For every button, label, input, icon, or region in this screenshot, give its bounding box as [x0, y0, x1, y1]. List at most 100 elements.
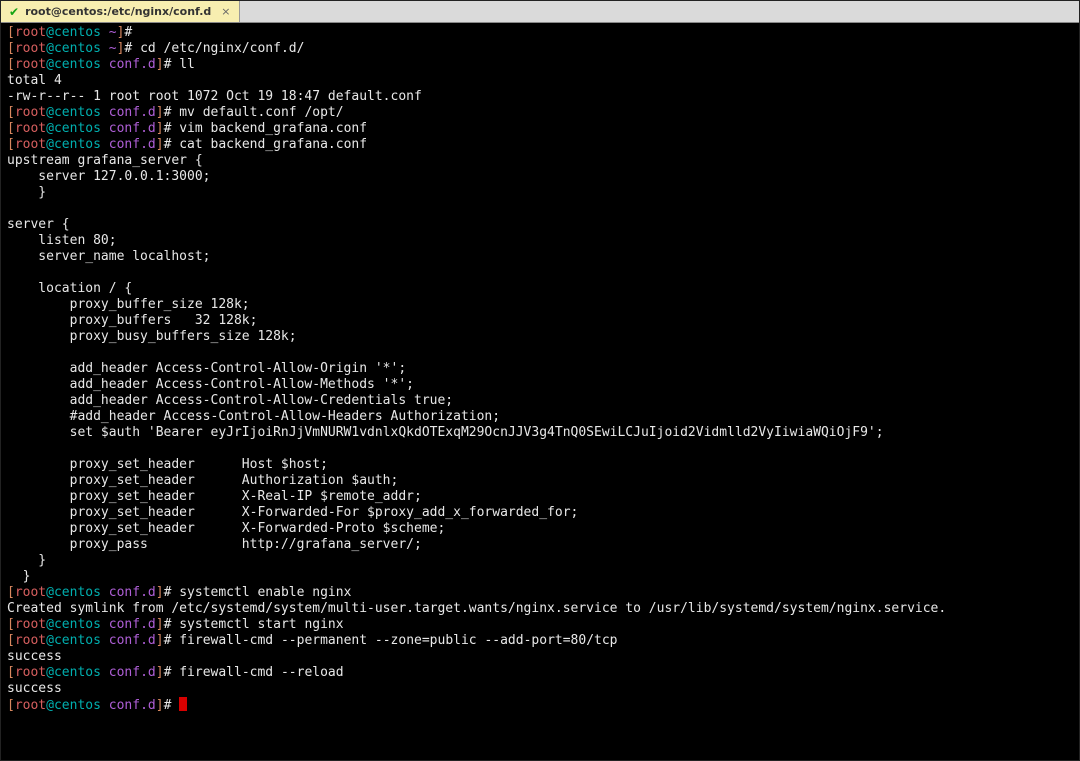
terminal-viewport[interactable]: [root@centos ~]# [root@centos ~]# cd /et… [1, 23, 1079, 760]
check-icon: ✔ [9, 5, 19, 19]
conf-line: upstream grafana_server { [7, 153, 203, 168]
prompt-hostname: @centos [46, 698, 109, 713]
conf-line: listen 80; [7, 233, 117, 248]
conf-line: } [7, 553, 46, 568]
conf-line: proxy_pass http://grafana_server/; [7, 537, 422, 552]
prompt-cwd: ~ [109, 25, 117, 40]
tab-bar: ✔ root@centos:/etc/nginx/conf.d × [1, 1, 1079, 23]
out-total: total 4 [7, 73, 62, 88]
bracket: [ [7, 25, 15, 40]
bracket: [ [7, 41, 15, 56]
cmd-start: systemctl start nginx [171, 617, 343, 632]
cmd-vim: vim backend_grafana.conf [171, 121, 367, 136]
prompt-hostname: @centos [46, 57, 109, 72]
bracket: [ [7, 137, 15, 152]
bracket: ] [156, 617, 164, 632]
terminal-output: [root@centos ~]# [root@centos ~]# cd /et… [7, 25, 1073, 714]
conf-line: server_name localhost; [7, 249, 211, 264]
bracket: ] [156, 665, 164, 680]
prompt-hostname: @centos [46, 121, 109, 136]
bracket: ] [156, 57, 164, 72]
bracket: ] [156, 121, 164, 136]
prompt-hostname: @centos [46, 41, 109, 56]
prompt-user: root [15, 41, 46, 56]
bracket: [ [7, 633, 15, 648]
conf-line: proxy_set_header Authorization $auth; [7, 473, 398, 488]
prompt-hostname: @centos [46, 665, 109, 680]
conf-line: proxy_busy_buffers_size 128k; [7, 329, 297, 344]
bracket: ] [156, 105, 164, 120]
prompt-cwd: conf.d [109, 121, 156, 136]
prompt-cwd: conf.d [109, 57, 156, 72]
prompt-cwd: conf.d [109, 585, 156, 600]
prompt-user: root [15, 121, 46, 136]
close-icon[interactable]: × [221, 5, 230, 18]
conf-line: } [7, 185, 46, 200]
prompt-user: root [15, 617, 46, 632]
terminal-window: ✔ root@centos:/etc/nginx/conf.d × [root@… [0, 0, 1080, 761]
conf-line: server { [7, 217, 70, 232]
bracket: ] [156, 698, 164, 713]
tab-title: root@centos:/etc/nginx/conf.d [25, 5, 211, 18]
cmd-cd: cd /etc/nginx/conf.d/ [132, 41, 304, 56]
prompt-user: root [15, 25, 46, 40]
bracket: [ [7, 121, 15, 136]
prompt-user: root [15, 633, 46, 648]
prompt-cwd: conf.d [109, 105, 156, 120]
prompt-hostname: @centos [46, 137, 109, 152]
conf-line: add_header Access-Control-Allow-Methods … [7, 377, 414, 392]
out-success: success [7, 681, 62, 696]
out-success: success [7, 649, 62, 664]
cmd-cat: cat backend_grafana.conf [171, 137, 367, 152]
prompt-cwd: conf.d [109, 698, 156, 713]
out-symlink: Created symlink from /etc/systemd/system… [7, 601, 946, 616]
out-lsline: -rw-r--r-- 1 root root 1072 Oct 19 18:47… [7, 89, 422, 104]
conf-line: add_header Access-Control-Allow-Credenti… [7, 393, 453, 408]
prompt-hostname: @centos [46, 617, 109, 632]
prompt-hostname: @centos [46, 585, 109, 600]
conf-line: add_header Access-Control-Allow-Origin '… [7, 361, 406, 376]
prompt-user: root [15, 57, 46, 72]
prompt-cwd: conf.d [109, 137, 156, 152]
bracket: [ [7, 585, 15, 600]
conf-line: set $auth 'Bearer eyJrIjoiRnJjVmNURW1vdn… [7, 425, 884, 440]
conf-line: proxy_set_header X-Forwarded-Proto $sche… [7, 521, 445, 536]
prompt-user: root [15, 105, 46, 120]
tab-active[interactable]: ✔ root@centos:/etc/nginx/conf.d × [1, 1, 240, 22]
conf-line: proxy_set_header X-Real-IP $remote_addr; [7, 489, 422, 504]
cursor [179, 697, 187, 711]
prompt-cwd: conf.d [109, 633, 156, 648]
conf-line: #add_header Access-Control-Allow-Headers… [7, 409, 500, 424]
conf-line: server 127.0.0.1:3000; [7, 169, 211, 184]
bracket: [ [7, 665, 15, 680]
prompt-hostname: @centos [46, 25, 109, 40]
conf-line: location / { [7, 281, 132, 296]
conf-line: proxy_buffers 32 128k; [7, 313, 257, 328]
prompt-cwd: conf.d [109, 617, 156, 632]
prompt-cwd: conf.d [109, 665, 156, 680]
prompt-user: root [15, 698, 46, 713]
cmd [171, 698, 179, 713]
bracket: ] [156, 137, 164, 152]
cmd-mv: mv default.conf /opt/ [171, 105, 343, 120]
bracket: [ [7, 617, 15, 632]
bracket: [ [7, 57, 15, 72]
prompt-hostname: @centos [46, 633, 109, 648]
conf-line: } [7, 569, 30, 584]
cmd-ll: ll [171, 57, 194, 72]
conf-line: proxy_set_header X-Forwarded-For $proxy_… [7, 505, 578, 520]
prompt-hash: # [124, 25, 132, 40]
cmd-firewall-add: firewall-cmd --permanent --zone=public -… [171, 633, 617, 648]
prompt-hostname: @centos [46, 105, 109, 120]
prompt-user: root [15, 137, 46, 152]
cmd-firewall-reload: firewall-cmd --reload [171, 665, 343, 680]
conf-line: proxy_set_header Host $host; [7, 457, 328, 472]
bracket: ] [156, 633, 164, 648]
bracket: [ [7, 698, 15, 713]
prompt-user: root [15, 665, 46, 680]
bracket: ] [156, 585, 164, 600]
bracket: [ [7, 105, 15, 120]
cmd-enable: systemctl enable nginx [171, 585, 351, 600]
conf-line: proxy_buffer_size 128k; [7, 297, 250, 312]
prompt-user: root [15, 585, 46, 600]
